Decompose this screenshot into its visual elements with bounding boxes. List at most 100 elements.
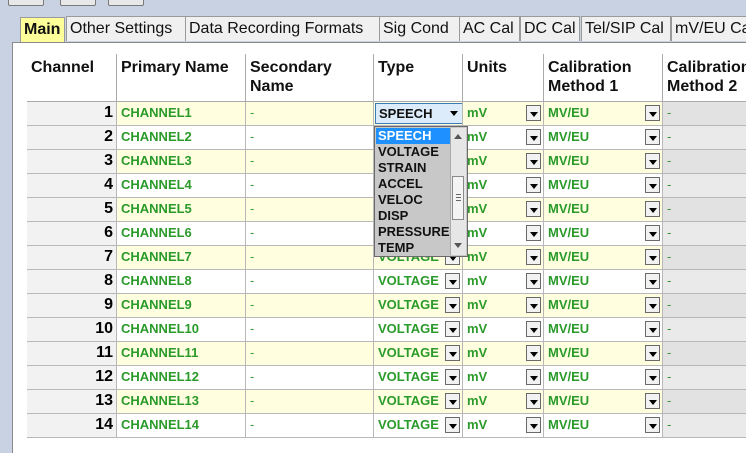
dropdown-arrow-icon[interactable] xyxy=(526,177,541,193)
secondary-name-cell[interactable]: - xyxy=(246,318,374,342)
toolbar-button[interactable] xyxy=(8,0,44,6)
dropdown-arrow-icon[interactable] xyxy=(645,129,660,145)
table-row[interactable]: 8 CHANNEL8 - VOLTAGE mV MV/EU - xyxy=(15,270,746,294)
calibration-method-1-cell[interactable]: MV/EU xyxy=(544,102,663,126)
secondary-name-cell[interactable]: - xyxy=(246,366,374,390)
secondary-name-cell[interactable]: - xyxy=(246,342,374,366)
dropdown-arrow-icon[interactable] xyxy=(445,369,460,385)
primary-name-cell[interactable]: CHANNEL8 xyxy=(117,270,246,294)
dropdown-arrow-icon[interactable] xyxy=(526,417,541,433)
primary-name-cell[interactable]: CHANNEL1 xyxy=(117,102,246,126)
dropdown-arrow-icon[interactable] xyxy=(445,273,460,289)
type-cell[interactable]: VOLTAGE xyxy=(374,342,463,366)
type-cell[interactable]: SPEECH xyxy=(374,102,463,126)
dropdown-arrow-icon[interactable] xyxy=(645,297,660,313)
type-dropdown-list[interactable]: SPEECH VOLTAGE STRAIN ACCEL VELOC DISP PRESSUR… xyxy=(374,126,468,257)
calibration-method-1-cell[interactable]: MV/EU xyxy=(544,270,663,294)
units-cell[interactable]: mV xyxy=(463,126,544,150)
calibration-method-1-cell[interactable]: MV/EU xyxy=(544,366,663,390)
units-cell[interactable]: mV xyxy=(463,366,544,390)
dropdown-arrow-icon[interactable] xyxy=(445,393,460,409)
table-row[interactable]: 12 CHANNEL12 - VOLTAGE mV MV/EU - xyxy=(15,366,746,390)
type-option-veloc[interactable]: VELOC xyxy=(376,192,452,208)
dropdown-arrow-icon[interactable] xyxy=(526,393,541,409)
type-option-accel[interactable]: ACCEL xyxy=(376,176,452,192)
primary-name-cell[interactable]: CHANNEL13 xyxy=(117,390,246,414)
dropdown-scrollbar[interactable] xyxy=(450,128,466,255)
type-option-speech[interactable]: SPEECH xyxy=(376,128,452,144)
toolbar-button[interactable] xyxy=(60,0,96,6)
secondary-name-cell[interactable]: - xyxy=(246,150,374,174)
dropdown-arrow-icon[interactable] xyxy=(645,321,660,337)
secondary-name-cell[interactable]: - xyxy=(246,222,374,246)
type-cell[interactable]: VOLTAGE xyxy=(374,318,463,342)
primary-name-cell[interactable]: CHANNEL10 xyxy=(117,318,246,342)
secondary-name-cell[interactable]: - xyxy=(246,126,374,150)
calibration-method-1-cell[interactable]: MV/EU xyxy=(544,198,663,222)
dropdown-arrow-icon[interactable] xyxy=(645,417,660,433)
units-cell[interactable]: mV xyxy=(463,414,544,438)
units-cell[interactable]: mV xyxy=(463,150,544,174)
type-cell[interactable]: VOLTAGE xyxy=(374,390,463,414)
table-row[interactable]: 11 CHANNEL11 - VOLTAGE mV MV/EU - xyxy=(15,342,746,366)
type-option-pressure[interactable]: PRESSURE xyxy=(376,224,452,240)
dropdown-arrow-icon[interactable] xyxy=(645,273,660,289)
units-cell[interactable]: mV xyxy=(463,318,544,342)
primary-name-cell[interactable]: CHANNEL9 xyxy=(117,294,246,318)
dropdown-arrow-icon[interactable] xyxy=(526,321,541,337)
scroll-down-arrow-icon[interactable] xyxy=(454,243,462,248)
units-cell[interactable]: mV xyxy=(463,102,544,126)
dropdown-arrow-icon[interactable] xyxy=(645,249,660,265)
tab-ac-cal[interactable]: AC Cal xyxy=(459,16,520,41)
dropdown-arrow-icon[interactable] xyxy=(445,321,460,337)
dropdown-arrow-icon[interactable] xyxy=(526,249,541,265)
secondary-name-cell[interactable]: - xyxy=(246,198,374,222)
primary-name-cell[interactable]: CHANNEL6 xyxy=(117,222,246,246)
secondary-name-cell[interactable]: - xyxy=(246,414,374,438)
type-option-disp[interactable]: DISP xyxy=(376,208,452,224)
calibration-method-1-cell[interactable]: MV/EU xyxy=(544,150,663,174)
dropdown-arrow-icon[interactable] xyxy=(526,225,541,241)
calibration-method-1-cell[interactable]: MV/EU xyxy=(544,342,663,366)
calibration-method-1-cell[interactable]: MV/EU xyxy=(544,294,663,318)
type-cell[interactable]: VOLTAGE xyxy=(374,366,463,390)
type-cell[interactable]: VOLTAGE xyxy=(374,414,463,438)
secondary-name-cell[interactable]: - xyxy=(246,270,374,294)
dropdown-arrow-icon[interactable] xyxy=(526,273,541,289)
dropdown-arrow-icon[interactable] xyxy=(526,153,541,169)
dropdown-arrow-icon[interactable] xyxy=(526,201,541,217)
scroll-up-arrow-icon[interactable] xyxy=(454,134,462,139)
calibration-method-1-cell[interactable]: MV/EU xyxy=(544,126,663,150)
dropdown-arrow-icon[interactable] xyxy=(645,345,660,361)
type-cell[interactable]: VOLTAGE xyxy=(374,270,463,294)
units-cell[interactable]: mV xyxy=(463,174,544,198)
units-cell[interactable]: mV xyxy=(463,294,544,318)
tab-main[interactable]: Main xyxy=(20,17,65,43)
table-row[interactable]: 1 CHANNEL1 - SPEECH mV MV/EU - xyxy=(15,102,746,126)
dropdown-arrow-icon[interactable] xyxy=(526,129,541,145)
tab-data-recording-formats[interactable]: Data Recording Formats xyxy=(185,16,398,41)
calibration-method-1-cell[interactable]: MV/EU xyxy=(544,174,663,198)
table-row[interactable]: 13 CHANNEL13 - VOLTAGE mV MV/EU - xyxy=(15,390,746,414)
primary-name-cell[interactable]: CHANNEL4 xyxy=(117,174,246,198)
dropdown-arrow-icon[interactable] xyxy=(645,177,660,193)
calibration-method-1-cell[interactable]: MV/EU xyxy=(544,318,663,342)
primary-name-cell[interactable]: CHANNEL3 xyxy=(117,150,246,174)
dropdown-arrow-icon[interactable] xyxy=(445,297,460,313)
dropdown-arrow-icon[interactable] xyxy=(526,345,541,361)
dropdown-arrow-icon[interactable] xyxy=(445,345,460,361)
primary-name-cell[interactable]: CHANNEL2 xyxy=(117,126,246,150)
primary-name-cell[interactable]: CHANNEL5 xyxy=(117,198,246,222)
units-cell[interactable]: mV xyxy=(463,270,544,294)
calibration-method-1-cell[interactable]: MV/EU xyxy=(544,222,663,246)
dropdown-arrow-icon[interactable] xyxy=(645,201,660,217)
dropdown-arrow-icon[interactable] xyxy=(450,111,458,116)
dropdown-arrow-icon[interactable] xyxy=(445,417,460,433)
type-option-voltage[interactable]: VOLTAGE xyxy=(376,144,452,160)
units-cell[interactable]: mV xyxy=(463,198,544,222)
units-cell[interactable]: mV xyxy=(463,390,544,414)
dropdown-arrow-icon[interactable] xyxy=(645,105,660,121)
secondary-name-cell[interactable]: - xyxy=(246,390,374,414)
table-row[interactable]: 10 CHANNEL10 - VOLTAGE mV MV/EU - xyxy=(15,318,746,342)
secondary-name-cell[interactable]: - xyxy=(246,246,374,270)
